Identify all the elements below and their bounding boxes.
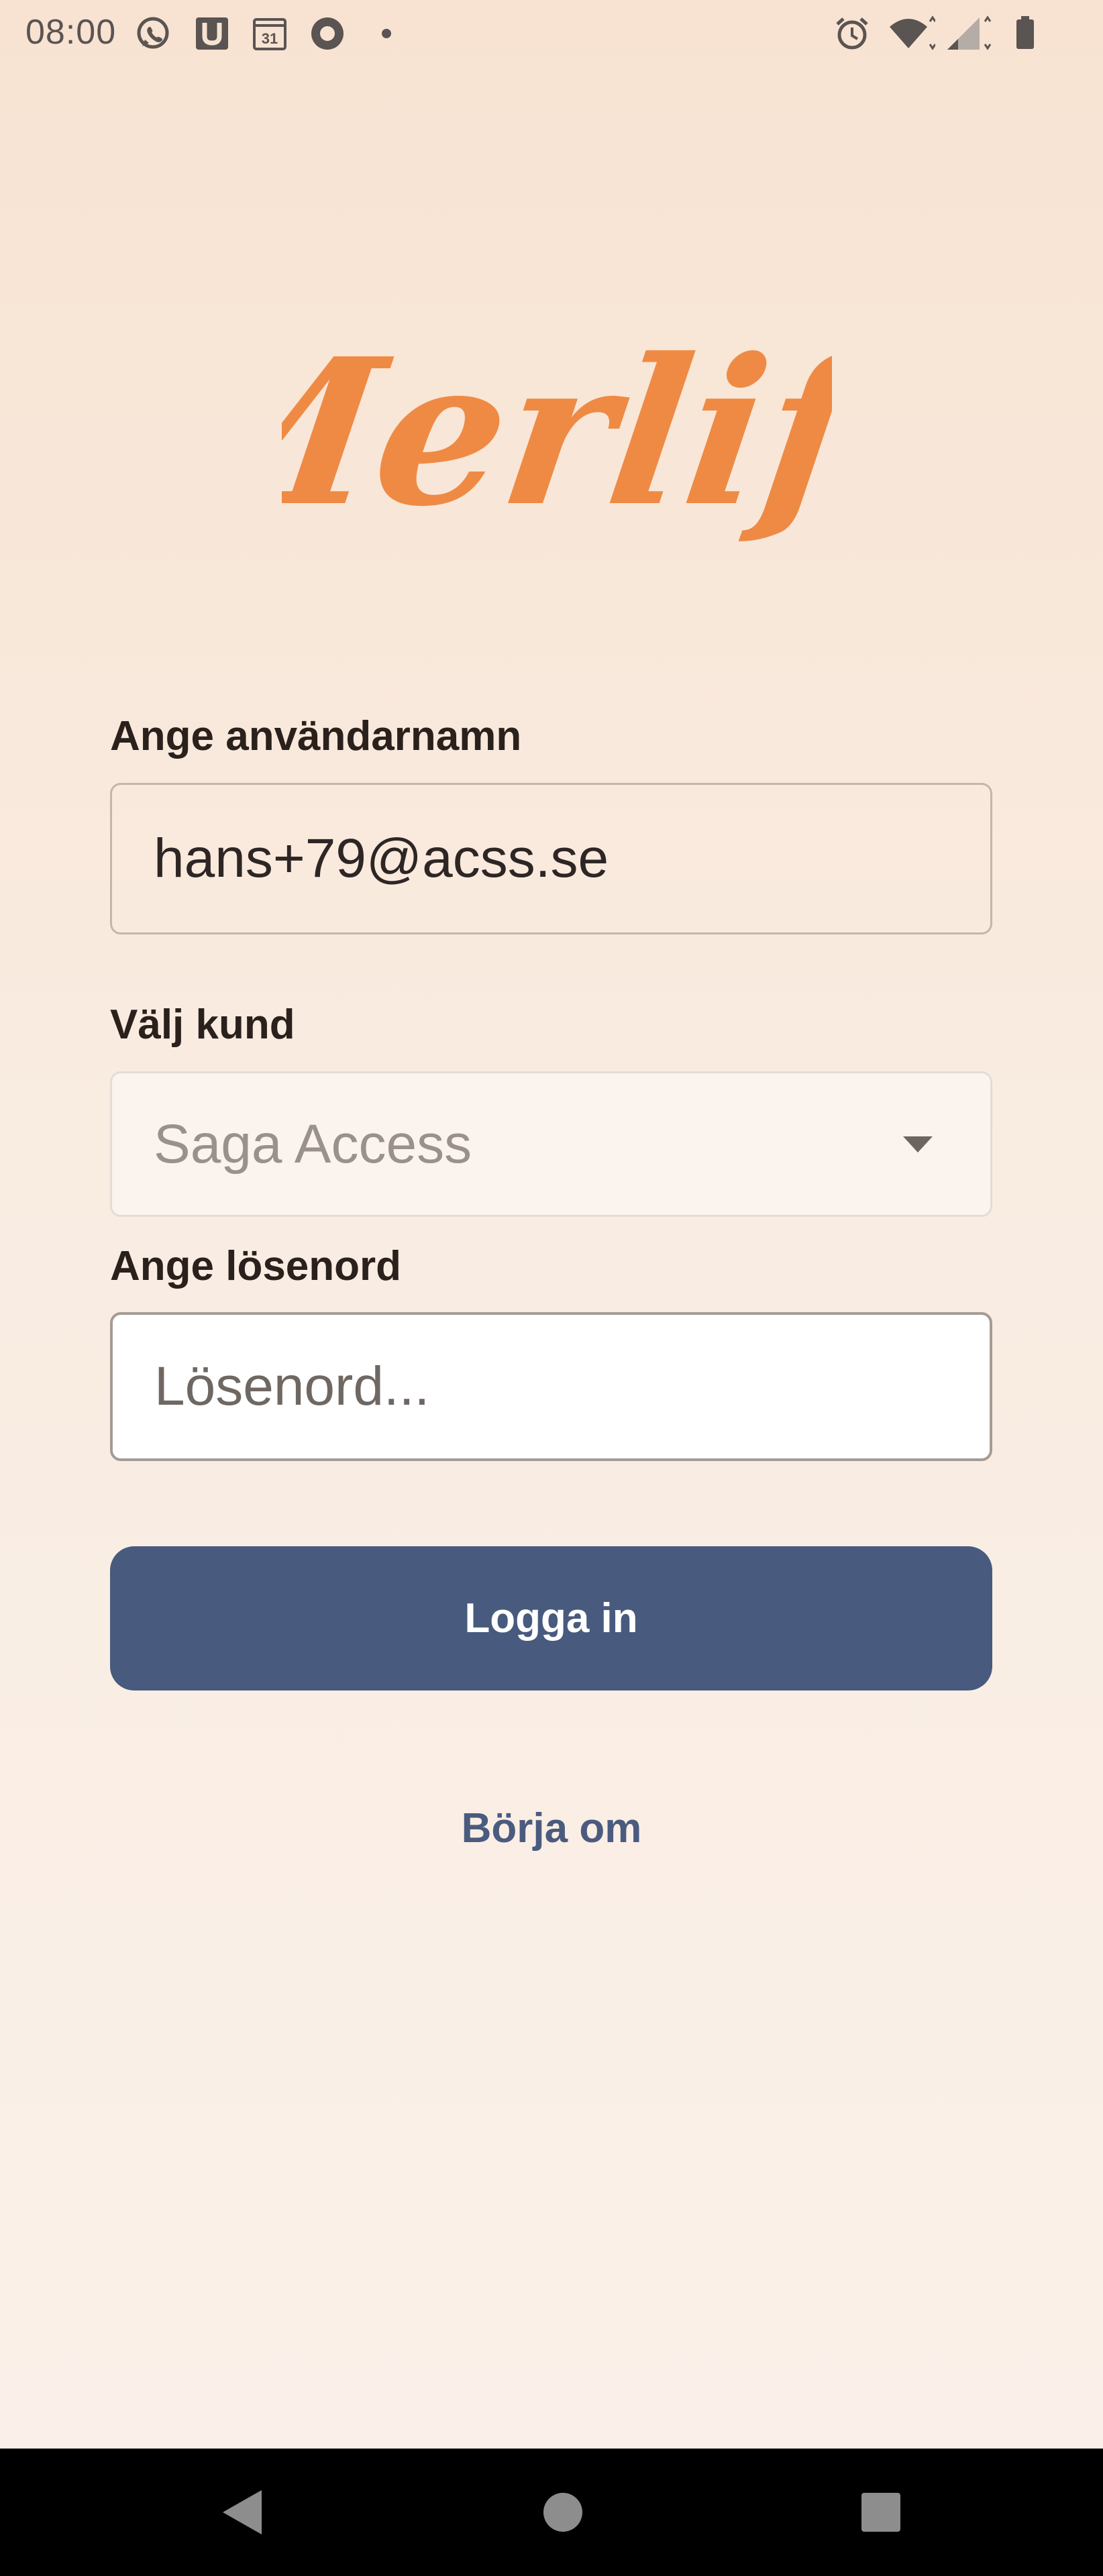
calendar-icon: 31 [251,15,288,52]
customer-value: Saga Access [154,1113,472,1175]
back-icon[interactable] [213,2482,274,2542]
navigation-bar [0,2449,1103,2576]
home-icon[interactable] [533,2482,593,2542]
status-bar: 08:00 31 [0,0,1103,67]
dot-icon [368,15,405,52]
recents-icon[interactable] [851,2482,911,2542]
u-app-icon [193,15,231,52]
record-icon [309,15,346,52]
customer-label: Välj kund [110,1002,295,1048]
signal-icon [945,15,992,52]
password-field[interactable] [154,1355,990,1418]
alarm-icon [833,15,871,52]
battery-icon [1006,15,1044,52]
calendar-day: 31 [262,30,278,47]
username-label: Ange användarnamn [110,713,522,759]
logo-text: Merlify [282,329,832,551]
chevron-down-icon[interactable] [903,1136,933,1152]
username-value: hans+79@acss.se [154,828,609,889]
login-button[interactable]: Logga in [110,1546,992,1690]
status-time: 08:00 [25,13,117,52]
merlify-logo: Merlify [282,329,832,597]
password-field-container [110,1312,992,1461]
restart-link[interactable]: Börja om [0,1805,1103,1852]
username-field[interactable]: hans+79@acss.se [110,783,992,934]
password-label: Ange lösenord [110,1243,402,1289]
whatsapp-icon [134,15,172,52]
wifi-icon [888,15,935,52]
customer-select[interactable]: Saga Access [110,1071,992,1217]
